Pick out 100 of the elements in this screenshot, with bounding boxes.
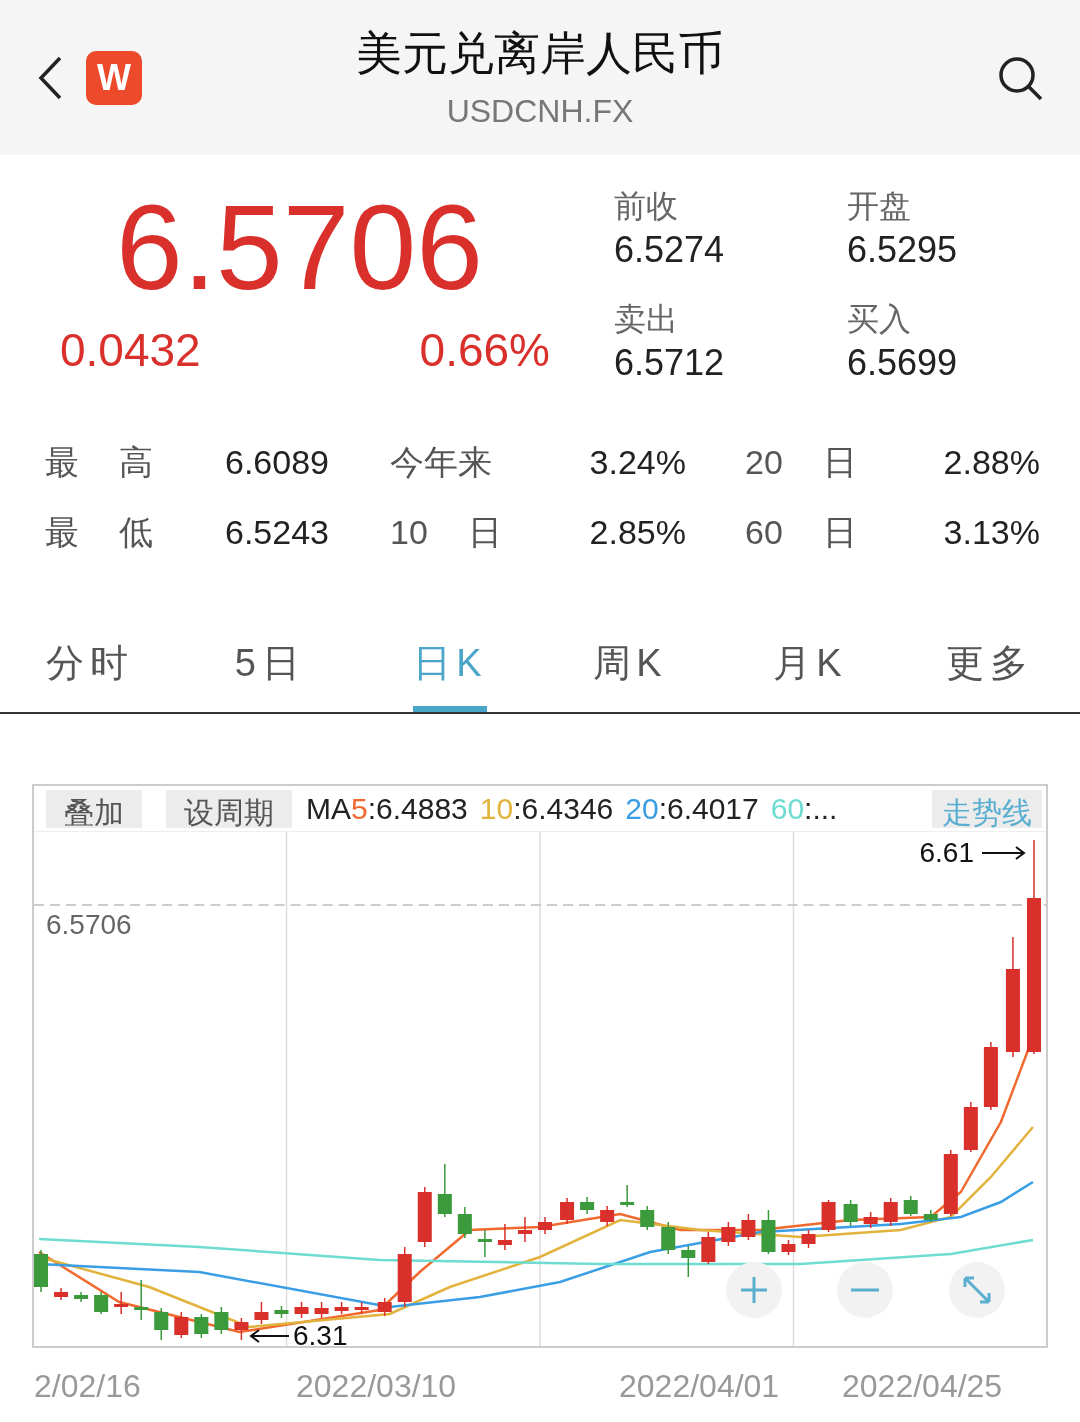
ma-period: 60	[770, 791, 805, 827]
candlestick	[600, 1205, 615, 1227]
candlestick	[903, 1195, 918, 1217]
stat-value: 2.85%	[588, 512, 687, 553]
candlestick	[354, 1301, 369, 1315]
candlestick	[154, 1307, 169, 1341]
plus-icon	[739, 1275, 769, 1305]
app-logo: W	[86, 50, 142, 105]
chart-option-button[interactable]: 设周期	[166, 789, 292, 828]
candlestick	[741, 1213, 756, 1241]
ma-period: 10	[479, 791, 514, 827]
stat-label: 60 日	[744, 512, 858, 553]
candlestick	[580, 1196, 595, 1215]
stat-label: 最 低	[45, 512, 155, 553]
candlestick	[721, 1221, 736, 1247]
ma-value: :6.4017	[658, 791, 759, 827]
candlestick	[397, 1246, 412, 1308]
candlestick	[538, 1216, 552, 1235]
date-axis-label: 2022/04/25	[842, 1367, 1003, 1406]
ma-value: :6.4883	[367, 791, 468, 827]
stat-value: 6.5243	[225, 512, 330, 553]
candlestick	[883, 1197, 898, 1227]
current-price: 6.5706	[116, 187, 485, 307]
ma-prefix: MA	[306, 791, 351, 827]
candlestick	[294, 1301, 309, 1319]
chart-tab[interactable]: 5日	[180, 632, 360, 712]
candlestick	[417, 1186, 432, 1248]
candlestick	[274, 1305, 289, 1319]
chart-tab[interactable]: 月K	[720, 632, 900, 712]
field-value: 6.5274	[614, 228, 726, 272]
field-label: 前收	[614, 187, 679, 226]
date-axis-label: 2022/03/10	[296, 1367, 458, 1406]
candlestick	[254, 1301, 269, 1325]
change-percent: 0.66%	[419, 325, 550, 375]
candlestick	[801, 1229, 816, 1249]
candlestick	[661, 1221, 676, 1255]
candlestick	[194, 1313, 209, 1339]
candlestick	[214, 1306, 229, 1335]
candlestick	[620, 1184, 635, 1208]
stat-value: 6.6089	[225, 442, 330, 483]
candlestick	[863, 1211, 878, 1229]
date-axis-label: 2/02/16	[34, 1367, 142, 1406]
candlestick	[681, 1245, 696, 1278]
stat-label: 20 日	[744, 442, 858, 483]
candlestick	[34, 1249, 49, 1293]
candlestick	[437, 1163, 452, 1218]
candlestick	[114, 1291, 129, 1315]
candlestick	[234, 1317, 249, 1341]
candlestick	[781, 1239, 796, 1256]
candlestick	[943, 1149, 958, 1217]
field-label: 买入	[847, 299, 912, 339]
low-marker-label: 6.31	[293, 1320, 348, 1352]
price-change: 0.0432	[60, 325, 201, 375]
back-icon[interactable]	[36, 54, 64, 101]
candlestick	[640, 1205, 655, 1231]
chart-tab[interactable]: 周K	[540, 632, 720, 712]
candlestick	[983, 1041, 998, 1111]
chart-tab[interactable]: 分时	[0, 632, 180, 712]
arrow-right-icon	[982, 845, 1026, 861]
candlestick	[377, 1297, 392, 1317]
chart-tab[interactable]: 更多	[900, 632, 1080, 712]
candlestick	[497, 1223, 512, 1251]
field-value: 6.5295	[847, 228, 959, 272]
candlestick	[54, 1287, 69, 1301]
expand-icon	[962, 1275, 992, 1305]
zoom-out-button[interactable]	[837, 1262, 893, 1318]
candlestick	[457, 1206, 472, 1239]
field-value: 6.5699	[847, 340, 959, 385]
last-price-label: 6.5706	[46, 908, 132, 942]
candlestick	[134, 1279, 149, 1321]
ma-value: :6.4346	[513, 791, 614, 827]
stat-value: 2.88%	[942, 442, 1040, 483]
candlestick	[334, 1301, 349, 1315]
field-label: 开盘	[847, 187, 912, 226]
candlestick	[843, 1199, 858, 1227]
minus-icon	[850, 1287, 880, 1293]
ma-value: :...	[804, 791, 838, 827]
candlestick	[314, 1301, 329, 1319]
candlestick	[94, 1291, 109, 1315]
field-label: 卖出	[614, 299, 679, 339]
chart-option-button[interactable]: 叠加	[46, 789, 142, 828]
candlestick	[821, 1199, 836, 1233]
ma-period: 20	[625, 791, 659, 827]
candlestick	[761, 1209, 776, 1255]
stat-label: 10 日	[390, 512, 503, 553]
fullscreen-button[interactable]	[949, 1262, 1005, 1318]
candlestick	[74, 1291, 89, 1303]
stat-value: 3.13%	[942, 512, 1040, 553]
ma-period: 5	[351, 791, 368, 827]
candlestick	[963, 1101, 978, 1153]
page-title: 美元兑离岸人民币	[356, 25, 724, 81]
stat-label: 最 高	[45, 442, 155, 483]
candlestick	[923, 1209, 938, 1223]
field-value: 6.5712	[614, 340, 726, 385]
stat-label: 今年来	[390, 442, 493, 483]
stat-value: 3.24%	[588, 442, 687, 483]
candlestick	[477, 1229, 492, 1258]
high-marker-label: 6.61	[919, 836, 974, 870]
candlestick	[174, 1311, 189, 1339]
ticker-symbol: USDCNH.FX	[446, 91, 634, 131]
